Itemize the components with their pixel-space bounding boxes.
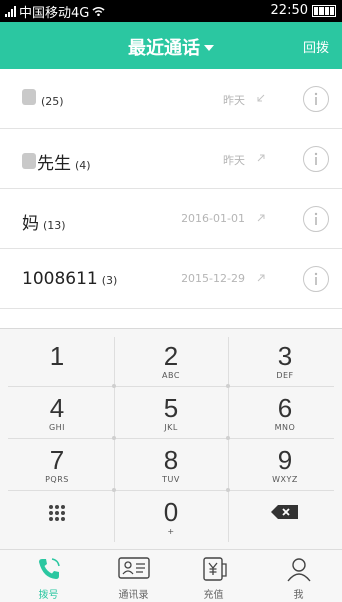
key-8[interactable]: 8 TUV bbox=[114, 438, 228, 490]
key-letters: WXYZ bbox=[272, 475, 298, 484]
key-letters: + bbox=[167, 527, 175, 536]
caller: 先生 (4) bbox=[22, 149, 91, 174]
key-letters: ABC bbox=[162, 371, 180, 380]
call-row[interactable]: 1008611 (3) 2015-12-29 bbox=[0, 249, 342, 309]
key-digit: 7 bbox=[49, 445, 65, 475]
key-letters: PQRS bbox=[45, 475, 69, 484]
nav-label: 充值 bbox=[203, 590, 224, 601]
key-7[interactable]: 7 PQRS bbox=[0, 438, 114, 490]
caller: (25) bbox=[22, 89, 64, 108]
call-row[interactable]: (25) 昨天 bbox=[0, 69, 342, 129]
key-1[interactable]: 1 bbox=[0, 334, 114, 386]
caret-down-icon bbox=[204, 45, 214, 51]
redacted-name bbox=[22, 153, 36, 169]
key-digit: 9 bbox=[277, 445, 293, 475]
caller-name: 先生 bbox=[37, 154, 71, 174]
profile-icon bbox=[256, 556, 341, 582]
key-letters: GHI bbox=[48, 423, 66, 432]
backspace-button[interactable] bbox=[228, 490, 342, 542]
nav-dial[interactable]: 拨号 bbox=[6, 550, 91, 602]
caller-name: 1008611 bbox=[22, 269, 98, 289]
key-digit: 2 bbox=[163, 341, 179, 371]
nav-recharge[interactable]: 充值 bbox=[171, 550, 256, 602]
key-6[interactable]: 6 MNO bbox=[228, 386, 342, 438]
recent-calls-list: (25) 昨天 先生 (4) 昨天 妈 (13) 2016-01-01 1008… bbox=[0, 69, 342, 328]
caller-name: 妈 bbox=[22, 214, 39, 234]
dialpad: 1 2 ABC 3 DEF 4 GHI 5 JKL 6 MNO 7 PQRS 8… bbox=[0, 328, 342, 549]
nav-label: 通讯录 bbox=[118, 590, 149, 601]
incoming-call-icon bbox=[257, 94, 265, 102]
key-digit: 4 bbox=[49, 393, 65, 423]
phone-icon bbox=[6, 556, 91, 582]
key-4[interactable]: 4 GHI bbox=[0, 386, 114, 438]
nav-contacts[interactable]: 通讯录 bbox=[91, 550, 176, 602]
key-3[interactable]: 3 DEF bbox=[228, 334, 342, 386]
contacts-icon bbox=[91, 556, 176, 580]
key-2[interactable]: 2 ABC bbox=[114, 334, 228, 386]
outgoing-call-icon bbox=[257, 214, 265, 222]
info-icon bbox=[314, 92, 318, 105]
info-icon bbox=[314, 272, 318, 285]
key-digit: 1 bbox=[49, 341, 65, 371]
info-button[interactable] bbox=[303, 146, 329, 172]
status-clock: 22:50 bbox=[270, 3, 308, 18]
nav-profile[interactable]: 我 bbox=[256, 550, 341, 602]
key-letters: JKL bbox=[164, 423, 178, 432]
call-date: 2016-01-01 bbox=[181, 212, 245, 225]
nav-label: 我 bbox=[293, 590, 304, 601]
backspace-icon bbox=[228, 504, 342, 520]
call-count: (13) bbox=[43, 219, 66, 232]
info-button[interactable] bbox=[303, 206, 329, 232]
status-bar: 中国移动4G 22:50 bbox=[0, 0, 342, 22]
callback-button[interactable]: 回拨 bbox=[303, 37, 329, 56]
recharge-icon bbox=[171, 556, 256, 582]
key-letters: MNO bbox=[274, 423, 296, 432]
call-row[interactable]: 先生 (4) 昨天 bbox=[0, 129, 342, 189]
call-row[interactable]: 妈 (13) 2016-01-01 bbox=[0, 189, 342, 249]
key-9[interactable]: 9 WXYZ bbox=[228, 438, 342, 490]
key-digit: 5 bbox=[163, 393, 179, 423]
call-date: 2015-12-29 bbox=[181, 272, 245, 285]
call-count: (3) bbox=[101, 274, 118, 287]
key-digit: 0 bbox=[163, 497, 179, 527]
dialpad-grid-button[interactable] bbox=[0, 490, 114, 542]
call-count: (25) bbox=[41, 95, 64, 108]
caller: 1008611 (3) bbox=[22, 269, 117, 289]
call-date: 昨天 bbox=[223, 154, 245, 167]
call-count: (4) bbox=[75, 159, 91, 172]
caller: 妈 (13) bbox=[22, 209, 66, 234]
call-date: 昨天 bbox=[223, 94, 245, 107]
nav-label: 拨号 bbox=[38, 590, 59, 601]
header-title-dropdown[interactable]: 最近通话 bbox=[0, 34, 342, 60]
app-header: 最近通话 回拨 bbox=[0, 22, 342, 69]
outgoing-call-icon bbox=[257, 274, 265, 282]
dialpad-grid-icon bbox=[0, 504, 114, 522]
key-letters: TUV bbox=[162, 475, 180, 484]
redacted-name bbox=[22, 89, 36, 105]
info-button[interactable] bbox=[303, 266, 329, 292]
key-digit: 8 bbox=[163, 445, 179, 475]
key-0[interactable]: 0 + bbox=[114, 490, 228, 542]
key-5[interactable]: 5 JKL bbox=[114, 386, 228, 438]
key-letters: DEF bbox=[276, 371, 294, 380]
info-button[interactable] bbox=[303, 86, 329, 112]
info-icon bbox=[314, 152, 318, 165]
key-digit: 3 bbox=[277, 341, 293, 371]
wifi-icon bbox=[92, 6, 105, 16]
page-title: 最近通话 bbox=[128, 38, 200, 59]
bottom-nav: 拨号 通讯录 充值 我 bbox=[0, 549, 342, 602]
signal-icon bbox=[5, 5, 16, 17]
info-icon bbox=[314, 212, 318, 225]
carrier-label: 中国移动4G bbox=[19, 5, 90, 21]
battery-icon bbox=[312, 5, 336, 17]
key-digit: 6 bbox=[277, 393, 293, 423]
outgoing-call-icon bbox=[257, 154, 265, 162]
